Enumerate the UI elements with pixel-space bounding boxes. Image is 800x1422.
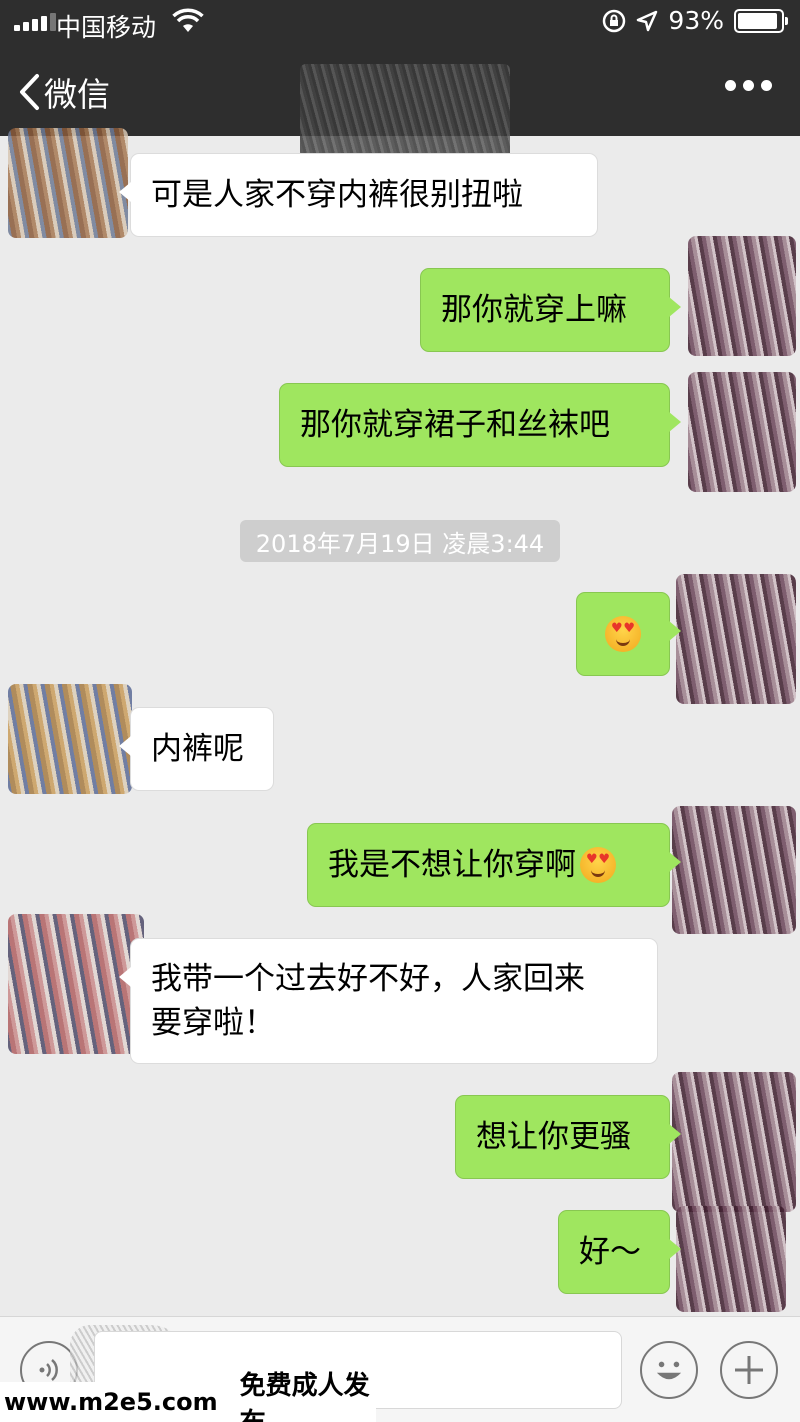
my-avatar[interactable] xyxy=(672,1072,796,1212)
voice-icon xyxy=(39,1359,58,1381)
dot-icon xyxy=(725,80,736,91)
wifi-icon xyxy=(172,8,204,32)
battery-icon xyxy=(734,8,788,33)
heart-eyes-emoji-icon xyxy=(605,616,641,652)
carrier-name: 中国移动 xyxy=(56,13,157,42)
my-avatar[interactable] xyxy=(688,372,796,492)
message-text: 内裤呢 xyxy=(151,731,244,767)
more-functions-button[interactable] xyxy=(720,1341,778,1399)
nav-bar: 微信 xyxy=(0,44,800,174)
emoji-button[interactable] xyxy=(640,1341,698,1399)
more-options-button[interactable] xyxy=(725,72,772,99)
message-bubble-outgoing[interactable]: 那你就穿裙子和丝袜吧 xyxy=(279,383,681,467)
message-bubble-outgoing[interactable] xyxy=(576,592,681,676)
timestamp-divider: 2018年7月19日 凌晨3:44 xyxy=(240,520,560,562)
orientation-lock-icon xyxy=(603,9,626,32)
message-bubble-outgoing[interactable]: 那你就穿上嘛 xyxy=(420,268,681,352)
site-watermark: www.m2e5.com 免费成人发布 xyxy=(0,1371,376,1422)
message-text: 想让你更骚 xyxy=(476,1119,631,1155)
battery-percent: 93% xyxy=(668,6,724,35)
cellular-signal-icon xyxy=(14,13,56,31)
message-bubble-outgoing[interactable]: 想让你更骚 xyxy=(455,1095,681,1179)
message-text: 那你就穿裙子和丝袜吧 xyxy=(300,407,610,443)
location-arrow-icon xyxy=(637,10,658,31)
message-text: 我是不想让你穿啊 xyxy=(328,847,576,883)
back-label: 微信 xyxy=(44,75,110,114)
my-avatar[interactable] xyxy=(676,1206,786,1312)
dot-icon xyxy=(761,80,772,91)
watermark-slogan: 免费成人发布 xyxy=(239,1371,370,1422)
message-bubble-incoming[interactable]: 我带一个过去好不好，人家回来 要穿啦！ xyxy=(119,938,658,1064)
watermark-url: www.m2e5.com xyxy=(4,1388,218,1416)
message-text: 那你就穿上嘛 xyxy=(441,292,627,328)
smiley-icon xyxy=(656,1361,682,1380)
plus-icon xyxy=(735,1356,763,1384)
my-avatar[interactable] xyxy=(676,574,796,704)
message-text-line-1: 我带一个过去好不好，人家回来 xyxy=(151,961,585,997)
status-right: 93% xyxy=(602,6,788,35)
chevron-left-icon xyxy=(20,74,39,110)
message-text: 可是人家不穿内裤很别扭啦 xyxy=(151,177,523,213)
message-text-line-2: 要穿啦！ xyxy=(151,1005,275,1041)
contact-avatar[interactable] xyxy=(8,684,132,794)
message-bubble-outgoing[interactable]: 我是不想让你穿啊 xyxy=(307,823,681,907)
heart-eyes-emoji-icon xyxy=(580,847,616,883)
back-button[interactable]: 微信 xyxy=(18,68,110,116)
contact-avatar[interactable] xyxy=(8,128,128,238)
message-bubble-outgoing[interactable]: 好～ xyxy=(558,1210,681,1294)
message-bubble-incoming[interactable]: 可是人家不穿内裤很别扭啦 xyxy=(119,153,598,237)
my-avatar[interactable] xyxy=(672,806,796,934)
my-avatar[interactable] xyxy=(688,236,796,356)
dot-icon xyxy=(743,80,754,91)
message-bubble-incoming[interactable]: 内裤呢 xyxy=(119,707,274,791)
status-bar: 中国移动 93% xyxy=(0,0,800,44)
message-text: 好～ xyxy=(579,1234,641,1270)
top-bar: 中国移动 93% 微信 xyxy=(0,0,800,174)
